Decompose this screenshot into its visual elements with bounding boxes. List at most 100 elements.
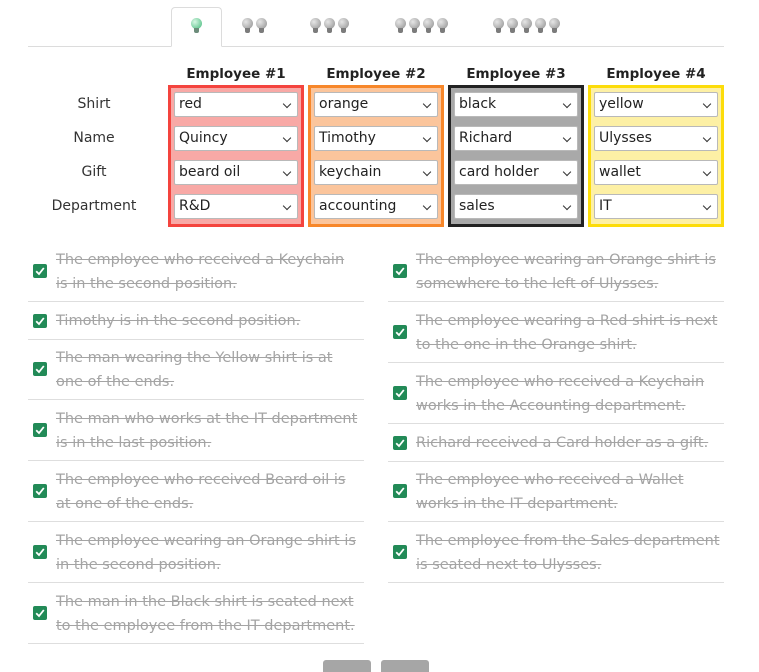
employee-4-department-select[interactable]: IT	[594, 194, 718, 219]
checkbox-checked-icon[interactable]	[393, 264, 407, 278]
employee-1-shirt-select[interactable]: red	[174, 92, 298, 117]
selected-value: red	[179, 96, 202, 112]
lightbulb-icon	[408, 18, 421, 36]
clue-item[interactable]: The employee who received Beard oil is a…	[28, 461, 364, 522]
chevron-down-icon	[562, 167, 572, 177]
clue-text: The man who works at the IT department i…	[56, 411, 358, 451]
chevron-down-icon	[422, 167, 432, 177]
checkbox-checked-icon[interactable]	[393, 484, 407, 498]
lightbulb-icon	[436, 18, 449, 36]
lightbulb-icon	[241, 18, 254, 36]
lightbulb-icon	[337, 18, 350, 36]
lightbulb-icon	[548, 18, 561, 36]
selected-value: R&D	[179, 198, 211, 214]
selected-value: yellow	[599, 96, 644, 112]
employee-2-shirt-select[interactable]: orange	[314, 92, 438, 117]
tab-2-bulbs[interactable]	[230, 7, 278, 47]
difficulty-tabs	[0, 0, 759, 48]
employee-2-gift-select[interactable]: keychain	[314, 160, 438, 185]
employee-3-shirt-select[interactable]: black	[454, 92, 578, 117]
checkbox-checked-icon[interactable]	[33, 314, 47, 328]
bottom-button-2[interactable]	[381, 660, 429, 672]
row-label-shirt: Shirt	[77, 96, 111, 112]
selected-value: black	[459, 96, 497, 112]
selected-value: Quincy	[179, 130, 228, 146]
chevron-down-icon	[282, 99, 292, 109]
tab-3-bulbs[interactable]	[296, 7, 362, 47]
checkbox-checked-icon[interactable]	[33, 423, 47, 437]
selected-value: wallet	[599, 164, 641, 180]
chevron-down-icon	[562, 201, 572, 211]
lightbulb-icon	[534, 18, 547, 36]
clue-item[interactable]: The employee wearing an Orange shirt is …	[28, 522, 364, 583]
chevron-down-icon	[422, 99, 432, 109]
lightbulb-icon	[190, 18, 203, 36]
checkbox-checked-icon[interactable]	[393, 325, 407, 339]
clue-item[interactable]: The employee who received a Keychain is …	[28, 241, 364, 302]
selected-value: Timothy	[319, 130, 376, 146]
clue-item[interactable]: The employee wearing a Red shirt is next…	[388, 302, 724, 363]
employee-4-gift-select[interactable]: wallet	[594, 160, 718, 185]
clue-item[interactable]: The employee who received a Keychain wor…	[388, 363, 724, 424]
chevron-down-icon	[702, 133, 712, 143]
employee-4-shirt-select[interactable]: yellow	[594, 92, 718, 117]
selected-value: accounting	[319, 198, 397, 214]
clue-item[interactable]: The employee who received a Wallet works…	[388, 461, 724, 522]
employee-4-name-select[interactable]: Ulysses	[594, 126, 718, 151]
tabs-divider	[28, 46, 724, 47]
employee-1-column: red Quincy beard oil R&D	[168, 85, 304, 227]
lightbulb-icon	[255, 18, 268, 36]
checkbox-checked-icon[interactable]	[33, 606, 47, 620]
clue-item[interactable]: The man wearing the Yellow shirt is at o…	[28, 339, 364, 400]
chevron-down-icon	[282, 201, 292, 211]
selected-value: sales	[459, 198, 495, 214]
checkbox-checked-icon[interactable]	[393, 545, 407, 559]
bottom-button-1[interactable]	[323, 660, 371, 672]
row-label-gift: Gift	[81, 164, 107, 180]
selected-value: orange	[319, 96, 369, 112]
employee-3-gift-select[interactable]: card holder	[454, 160, 578, 185]
tab-5-bulbs[interactable]	[478, 7, 574, 47]
clue-text: The employee who received a Wallet works…	[416, 472, 684, 512]
checkbox-checked-icon[interactable]	[33, 484, 47, 498]
clue-item[interactable]: The man in the Black shirt is seated nex…	[28, 583, 364, 644]
employee-2-name-select[interactable]: Timothy	[314, 126, 438, 151]
chevron-down-icon	[702, 167, 712, 177]
checkbox-checked-icon[interactable]	[393, 436, 407, 450]
clue-item[interactable]: Richard received a Card holder as a gift…	[388, 424, 724, 462]
clue-text: The man in the Black shirt is seated nex…	[56, 594, 355, 634]
tab-4-bulbs[interactable]	[380, 7, 462, 47]
clue-item[interactable]: The employee wearing an Orange shirt is …	[388, 241, 724, 302]
clue-item[interactable]: The employee from the Sales department i…	[388, 522, 724, 583]
clue-item[interactable]: The man who works at the IT department i…	[28, 400, 364, 461]
chevron-down-icon	[282, 167, 292, 177]
clue-text: The employee wearing a Red shirt is next…	[416, 313, 718, 353]
employee-1-department-select[interactable]: R&D	[174, 194, 298, 219]
employee-1-name-select[interactable]: Quincy	[174, 126, 298, 151]
clue-item[interactable]: Timothy is in the second position.	[28, 302, 364, 340]
employee-1-gift-select[interactable]: beard oil	[174, 160, 298, 185]
lightbulb-icon	[422, 18, 435, 36]
checkbox-checked-icon[interactable]	[33, 264, 47, 278]
row-label-name: Name	[73, 130, 115, 146]
lightbulb-icon	[520, 18, 533, 36]
clue-text: The employee wearing an Orange shirt is …	[56, 533, 356, 573]
employee-3-name-select[interactable]: Richard	[454, 126, 578, 151]
tab-1-bulb[interactable]	[171, 7, 222, 47]
chevron-down-icon	[562, 99, 572, 109]
employee-4-header: Employee #4	[606, 66, 706, 82]
employee-2-department-select[interactable]: accounting	[314, 194, 438, 219]
employee-2-header: Employee #2	[326, 66, 426, 82]
employee-3-header: Employee #3	[466, 66, 566, 82]
chevron-down-icon	[422, 201, 432, 211]
selected-value: IT	[599, 198, 612, 214]
checkbox-checked-icon[interactable]	[33, 545, 47, 559]
selected-value: Richard	[459, 130, 513, 146]
checkbox-checked-icon[interactable]	[393, 386, 407, 400]
checkbox-checked-icon[interactable]	[33, 362, 47, 376]
row-label-department: Department	[51, 198, 137, 214]
chevron-down-icon	[562, 133, 572, 143]
employee-1-header: Employee #1	[186, 66, 286, 82]
employee-3-department-select[interactable]: sales	[454, 194, 578, 219]
chevron-down-icon	[422, 133, 432, 143]
